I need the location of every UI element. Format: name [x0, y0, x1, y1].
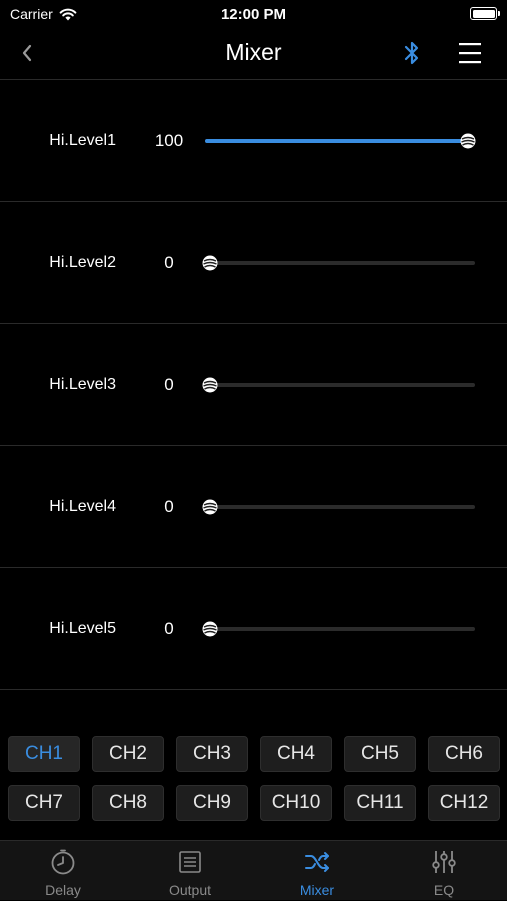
page-title: Mixer [225, 39, 282, 65]
level-slider-list: Hi.Level1 100 Hi.Level2 0 Hi.Level3 0 Hi… [0, 80, 507, 690]
channel-selector: CH1 CH2 CH3 CH4 CH5 CH6 CH7 CH8 CH9 CH10… [0, 736, 507, 834]
battery-icon [470, 7, 500, 20]
list-icon [179, 851, 201, 873]
level-row-5: Hi.Level5 0 [0, 568, 507, 690]
level-row-1: Hi.Level1 100 [0, 80, 507, 202]
level-label: Hi.Level5 [49, 620, 116, 637]
level-value: 100 [154, 131, 184, 150]
channel-button-ch6[interactable]: CH6 [428, 736, 500, 772]
level-row-3: Hi.Level3 0 [0, 324, 507, 446]
equalizer-icon [432, 851, 456, 873]
level-value: 0 [164, 253, 174, 272]
channel-button-ch5[interactable]: CH5 [344, 736, 416, 772]
tab-output[interactable]: Output [127, 841, 253, 901]
slider-thumb-icon[interactable] [202, 499, 218, 515]
channel-button-ch12[interactable]: CH12 [428, 785, 500, 821]
timer-icon [51, 849, 75, 875]
level-row-4: Hi.Level4 0 [0, 446, 507, 568]
channel-button-ch9[interactable]: CH9 [176, 785, 248, 821]
status-time: 12:00 PM [220, 6, 287, 23]
menu-button[interactable] [454, 38, 486, 68]
channel-button-ch8[interactable]: CH8 [92, 785, 164, 821]
tab-label: Delay [45, 882, 81, 898]
level-label: Hi.Level2 [49, 254, 116, 271]
level-slider-track[interactable] [205, 505, 475, 509]
level-value: 0 [164, 375, 174, 394]
tab-mixer[interactable]: Mixer [254, 841, 380, 901]
bluetooth-button[interactable] [398, 38, 426, 68]
slider-thumb-icon[interactable] [202, 377, 218, 393]
level-slider-track[interactable] [205, 627, 475, 631]
level-label: Hi.Level3 [49, 376, 116, 393]
hamburger-menu-icon [459, 43, 481, 64]
tab-label: EQ [433, 882, 455, 898]
channel-button-ch10[interactable]: CH10 [260, 785, 332, 821]
level-row-2: Hi.Level2 0 [0, 202, 507, 324]
channel-row-2: CH7 CH8 CH9 CH10 CH11 CH12 [0, 785, 507, 834]
channel-button-ch7[interactable]: CH7 [8, 785, 80, 821]
level-value: 0 [164, 497, 174, 516]
tab-eq[interactable]: EQ [381, 841, 507, 901]
channel-button-ch2[interactable]: CH2 [92, 736, 164, 772]
channel-button-ch11[interactable]: CH11 [344, 785, 416, 821]
slider-thumb-icon[interactable] [202, 621, 218, 637]
bluetooth-icon [404, 41, 419, 65]
tab-label: Mixer [299, 882, 335, 898]
tab-label: Output [168, 882, 212, 898]
nav-bar: Mixer [0, 28, 507, 80]
level-slider-track[interactable] [205, 261, 475, 265]
shuffle-icon [305, 852, 329, 872]
level-label: Hi.Level4 [49, 498, 116, 515]
channel-button-ch4[interactable]: CH4 [260, 736, 332, 772]
tab-delay[interactable]: Delay [0, 841, 126, 901]
status-bar: Carrier 12:00 PM [0, 0, 507, 28]
level-value: 0 [164, 619, 174, 638]
level-label: Hi.Level1 [49, 132, 116, 149]
channel-button-ch3[interactable]: CH3 [176, 736, 248, 772]
slider-thumb-icon[interactable] [202, 255, 218, 271]
channel-row-1: CH1 CH2 CH3 CH4 CH5 CH6 [0, 736, 507, 785]
channel-button-ch1[interactable]: CH1 [8, 736, 80, 772]
tab-bar: Delay Output Mixer EQ [0, 840, 507, 900]
level-slider-fill [205, 139, 475, 143]
level-slider-track[interactable] [205, 139, 475, 143]
level-slider-track[interactable] [205, 383, 475, 387]
slider-thumb-icon[interactable] [460, 133, 476, 149]
